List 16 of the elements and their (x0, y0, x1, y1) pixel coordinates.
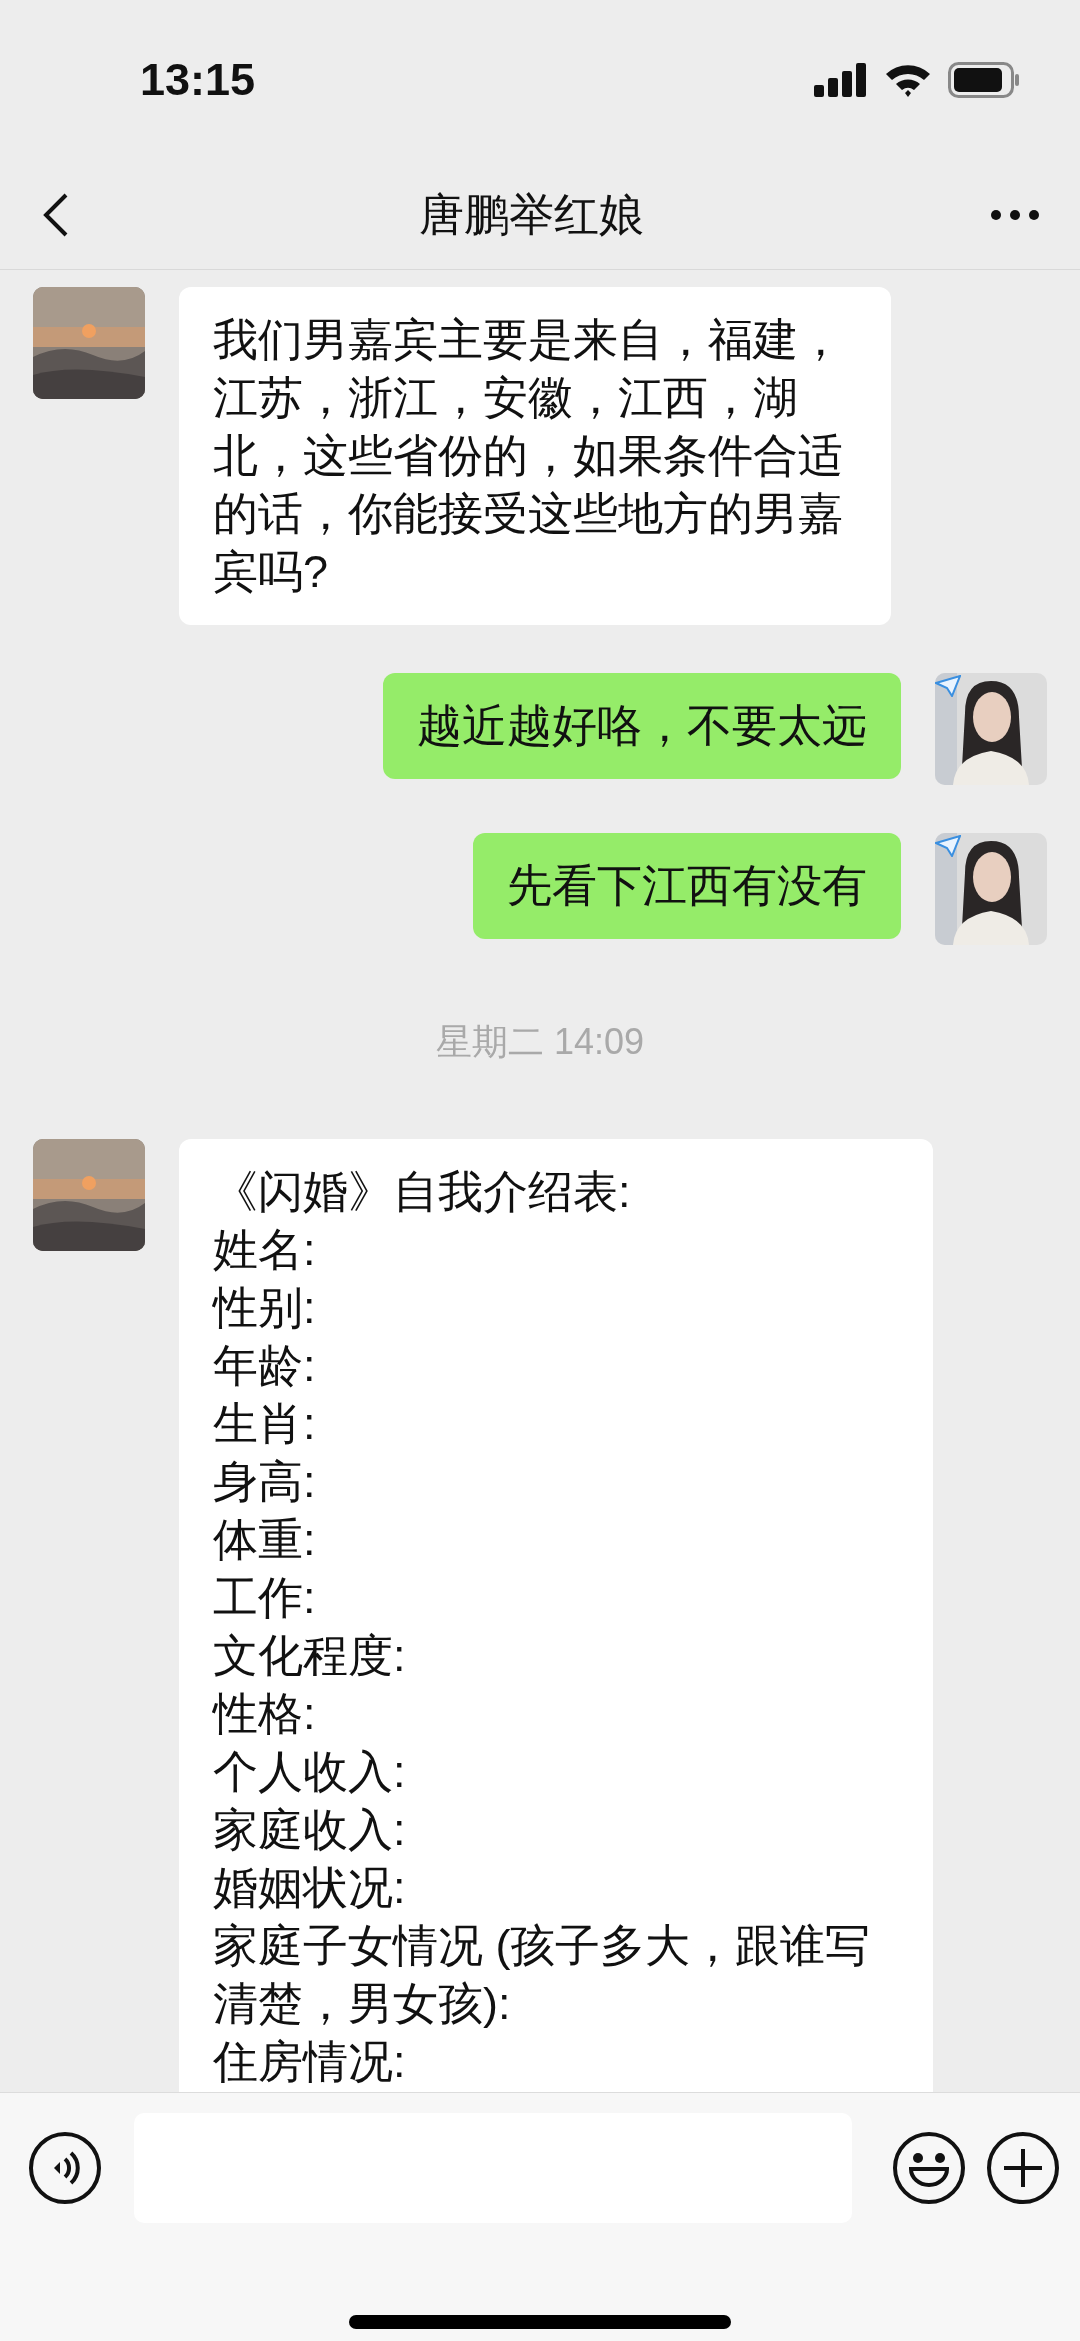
chat-title: 唐鹏举红娘 (418, 187, 644, 242)
signal-icon (814, 63, 868, 97)
more-icon[interactable] (990, 208, 1040, 221)
message-bubble: 先看下江西有没有 (473, 833, 901, 939)
voice-icon[interactable] (28, 2131, 102, 2205)
status-time: 13:15 (140, 53, 256, 108)
message-bubble: 越近越好咯，不要太远 (383, 673, 901, 779)
timestamp: 星期二 14:09 (435, 1021, 645, 1062)
add-icon[interactable] (986, 2131, 1060, 2205)
paper-plane-icon (935, 675, 961, 697)
emoji-icon[interactable] (892, 2131, 966, 2205)
wifi-icon (884, 62, 932, 98)
message-bubble: 我们男嘉宾主要是来自，福建，江苏，浙江，安徽，江西，湖北，这些省份的，如果条件合适的话，你能接受这些地方的男嘉宾吗? (179, 287, 891, 625)
message-bubble: 《闪婚》自我介绍表: 姓名: 性别: 年龄: 生肖: 身高: 体重: 工作: 文化程度: 性格: 个人收入: 家庭收入: 婚姻状况: 家庭子女情况 (孩子多大，跟谁写清楚，男女孩): 住房情况: (179, 1139, 933, 2092)
battery-icon (948, 62, 1020, 98)
paper-plane-icon (935, 835, 961, 857)
